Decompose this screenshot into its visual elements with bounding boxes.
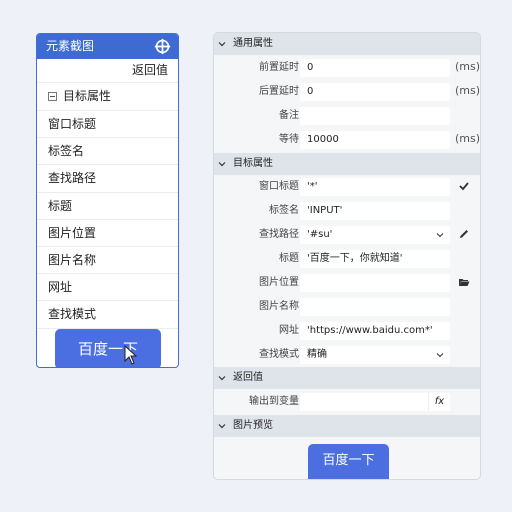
output-variable-label: 输出到变量 xyxy=(249,396,299,407)
tag-name-row: 标签名 'INPUT' xyxy=(214,199,480,223)
list-item-image-name[interactable]: 图片名称 xyxy=(37,247,178,275)
list-item-search-path[interactable]: 查找路径 xyxy=(37,165,178,193)
mouse-pointer-icon xyxy=(124,345,138,365)
url-row: 网址 'https://www.baidu.com*' xyxy=(214,319,480,343)
panel-title: 元素截图 xyxy=(46,39,95,53)
post-delay-input[interactable]: 0 xyxy=(300,83,450,101)
unit-label: (ms) xyxy=(455,84,481,97)
wait-label: 等待 xyxy=(279,134,299,145)
chevron-down-icon[interactable] xyxy=(218,374,226,382)
tag-name-label: 标签名 xyxy=(269,205,299,216)
wait-row: 等待 10000 (ms) xyxy=(214,128,480,152)
pencil-icon[interactable] xyxy=(458,228,470,240)
folder-open-icon[interactable] xyxy=(458,276,470,288)
post-delay-row: 后置延时 0 (ms) xyxy=(214,80,480,104)
window-title-label: 窗口标题 xyxy=(259,181,299,192)
pre-delay-label: 前置延时 xyxy=(259,62,299,73)
fx-button[interactable]: fx xyxy=(428,393,450,411)
output-variable-row: 输出到变量 fx xyxy=(214,390,480,414)
window-title-row: 窗口标题 '*' xyxy=(214,175,480,199)
output-variable-input[interactable] xyxy=(300,393,428,411)
preview-image-button: 百度一下 xyxy=(308,444,389,479)
image-position-input[interactable] xyxy=(300,274,450,292)
window-title-input[interactable]: '*' xyxy=(300,178,450,196)
search-mode-value: 精确 xyxy=(307,349,327,360)
image-preview-section[interactable]: 图片预览 xyxy=(214,415,480,437)
return-value-item[interactable]: 返回值 xyxy=(37,59,178,83)
image-position-label: 图片位置 xyxy=(259,277,299,288)
tag-name-input[interactable]: 'INPUT' xyxy=(300,202,450,220)
image-position-row: 图片位置 xyxy=(214,271,480,295)
baidu-search-button-preview[interactable]: 百度一下 xyxy=(55,329,161,367)
pre-delay-input[interactable]: 0 xyxy=(300,59,450,77)
section-title: 图片预览 xyxy=(233,420,273,431)
search-path-value: '#su' xyxy=(307,229,333,240)
image-name-label: 图片名称 xyxy=(259,301,299,312)
search-mode-row: 查找模式 精确 xyxy=(214,343,480,367)
list-item-search-mode[interactable]: 查找模式 xyxy=(37,301,178,329)
target-attributes-section[interactable]: 目标属性 xyxy=(214,153,480,175)
search-mode-select[interactable]: 精确 xyxy=(300,346,450,364)
section-title: 返回值 xyxy=(233,372,263,383)
url-input[interactable]: 'https://www.baidu.com*' xyxy=(300,322,450,340)
image-name-row: 图片名称 xyxy=(214,295,480,319)
section-title: 通用属性 xyxy=(233,38,273,49)
chevron-down-icon[interactable] xyxy=(218,422,226,430)
note-input[interactable] xyxy=(300,107,450,125)
search-mode-label: 查找模式 xyxy=(259,349,299,360)
post-delay-label: 后置延时 xyxy=(259,86,299,97)
general-attributes-section[interactable]: 通用属性 xyxy=(214,33,480,55)
title-row: 标题 '百度一下，你就知道' xyxy=(214,247,480,271)
target-attributes-section[interactable]: 目标属性 xyxy=(37,83,178,111)
unit-label: (ms) xyxy=(455,60,481,73)
chevron-down-icon xyxy=(436,353,444,358)
section-title: 目标属性 xyxy=(233,158,273,169)
panel-header: 元素截图 xyxy=(37,34,178,59)
chevron-down-icon[interactable] xyxy=(218,160,226,168)
section-label: 目标属性 xyxy=(63,89,112,103)
wait-input[interactable]: 10000 xyxy=(300,131,450,149)
title-label: 标题 xyxy=(279,253,299,264)
search-path-row: 查找路径 '#su' xyxy=(214,223,480,247)
note-label: 备注 xyxy=(279,110,299,121)
chevron-down-icon[interactable] xyxy=(218,40,226,48)
chevron-down-icon xyxy=(436,233,444,238)
list-item-title[interactable]: 标题 xyxy=(37,193,178,220)
search-path-label: 查找路径 xyxy=(259,229,299,240)
note-row: 备注 xyxy=(214,104,480,128)
pre-delay-row: 前置延时 0 (ms) xyxy=(214,56,480,80)
checkmark-icon[interactable] xyxy=(458,180,470,192)
list-item-image-position[interactable]: 图片位置 xyxy=(37,220,178,247)
properties-panel: 通用属性 前置延时 0 (ms) 后置延时 0 (ms) 备注 等待 10000… xyxy=(213,32,481,480)
element-screenshot-panel: 元素截图 返回值 目标属性 窗口标题 标签名 查找路径 标题 图片位置 图片名称… xyxy=(36,33,179,368)
collapse-icon[interactable] xyxy=(48,92,57,101)
list-item-tag-name[interactable]: 标签名 xyxy=(37,138,178,166)
image-name-input[interactable] xyxy=(300,298,450,316)
unit-label: (ms) xyxy=(455,132,481,145)
return-value-section[interactable]: 返回值 xyxy=(214,367,480,389)
list-item-window-title[interactable]: 窗口标题 xyxy=(37,111,178,139)
list-item-url[interactable]: 网址 xyxy=(37,274,178,302)
search-path-select[interactable]: '#su' xyxy=(300,226,450,244)
crosshair-icon[interactable] xyxy=(154,38,171,55)
url-label: 网址 xyxy=(279,325,299,336)
title-input[interactable]: '百度一下，你就知道' xyxy=(300,250,450,268)
